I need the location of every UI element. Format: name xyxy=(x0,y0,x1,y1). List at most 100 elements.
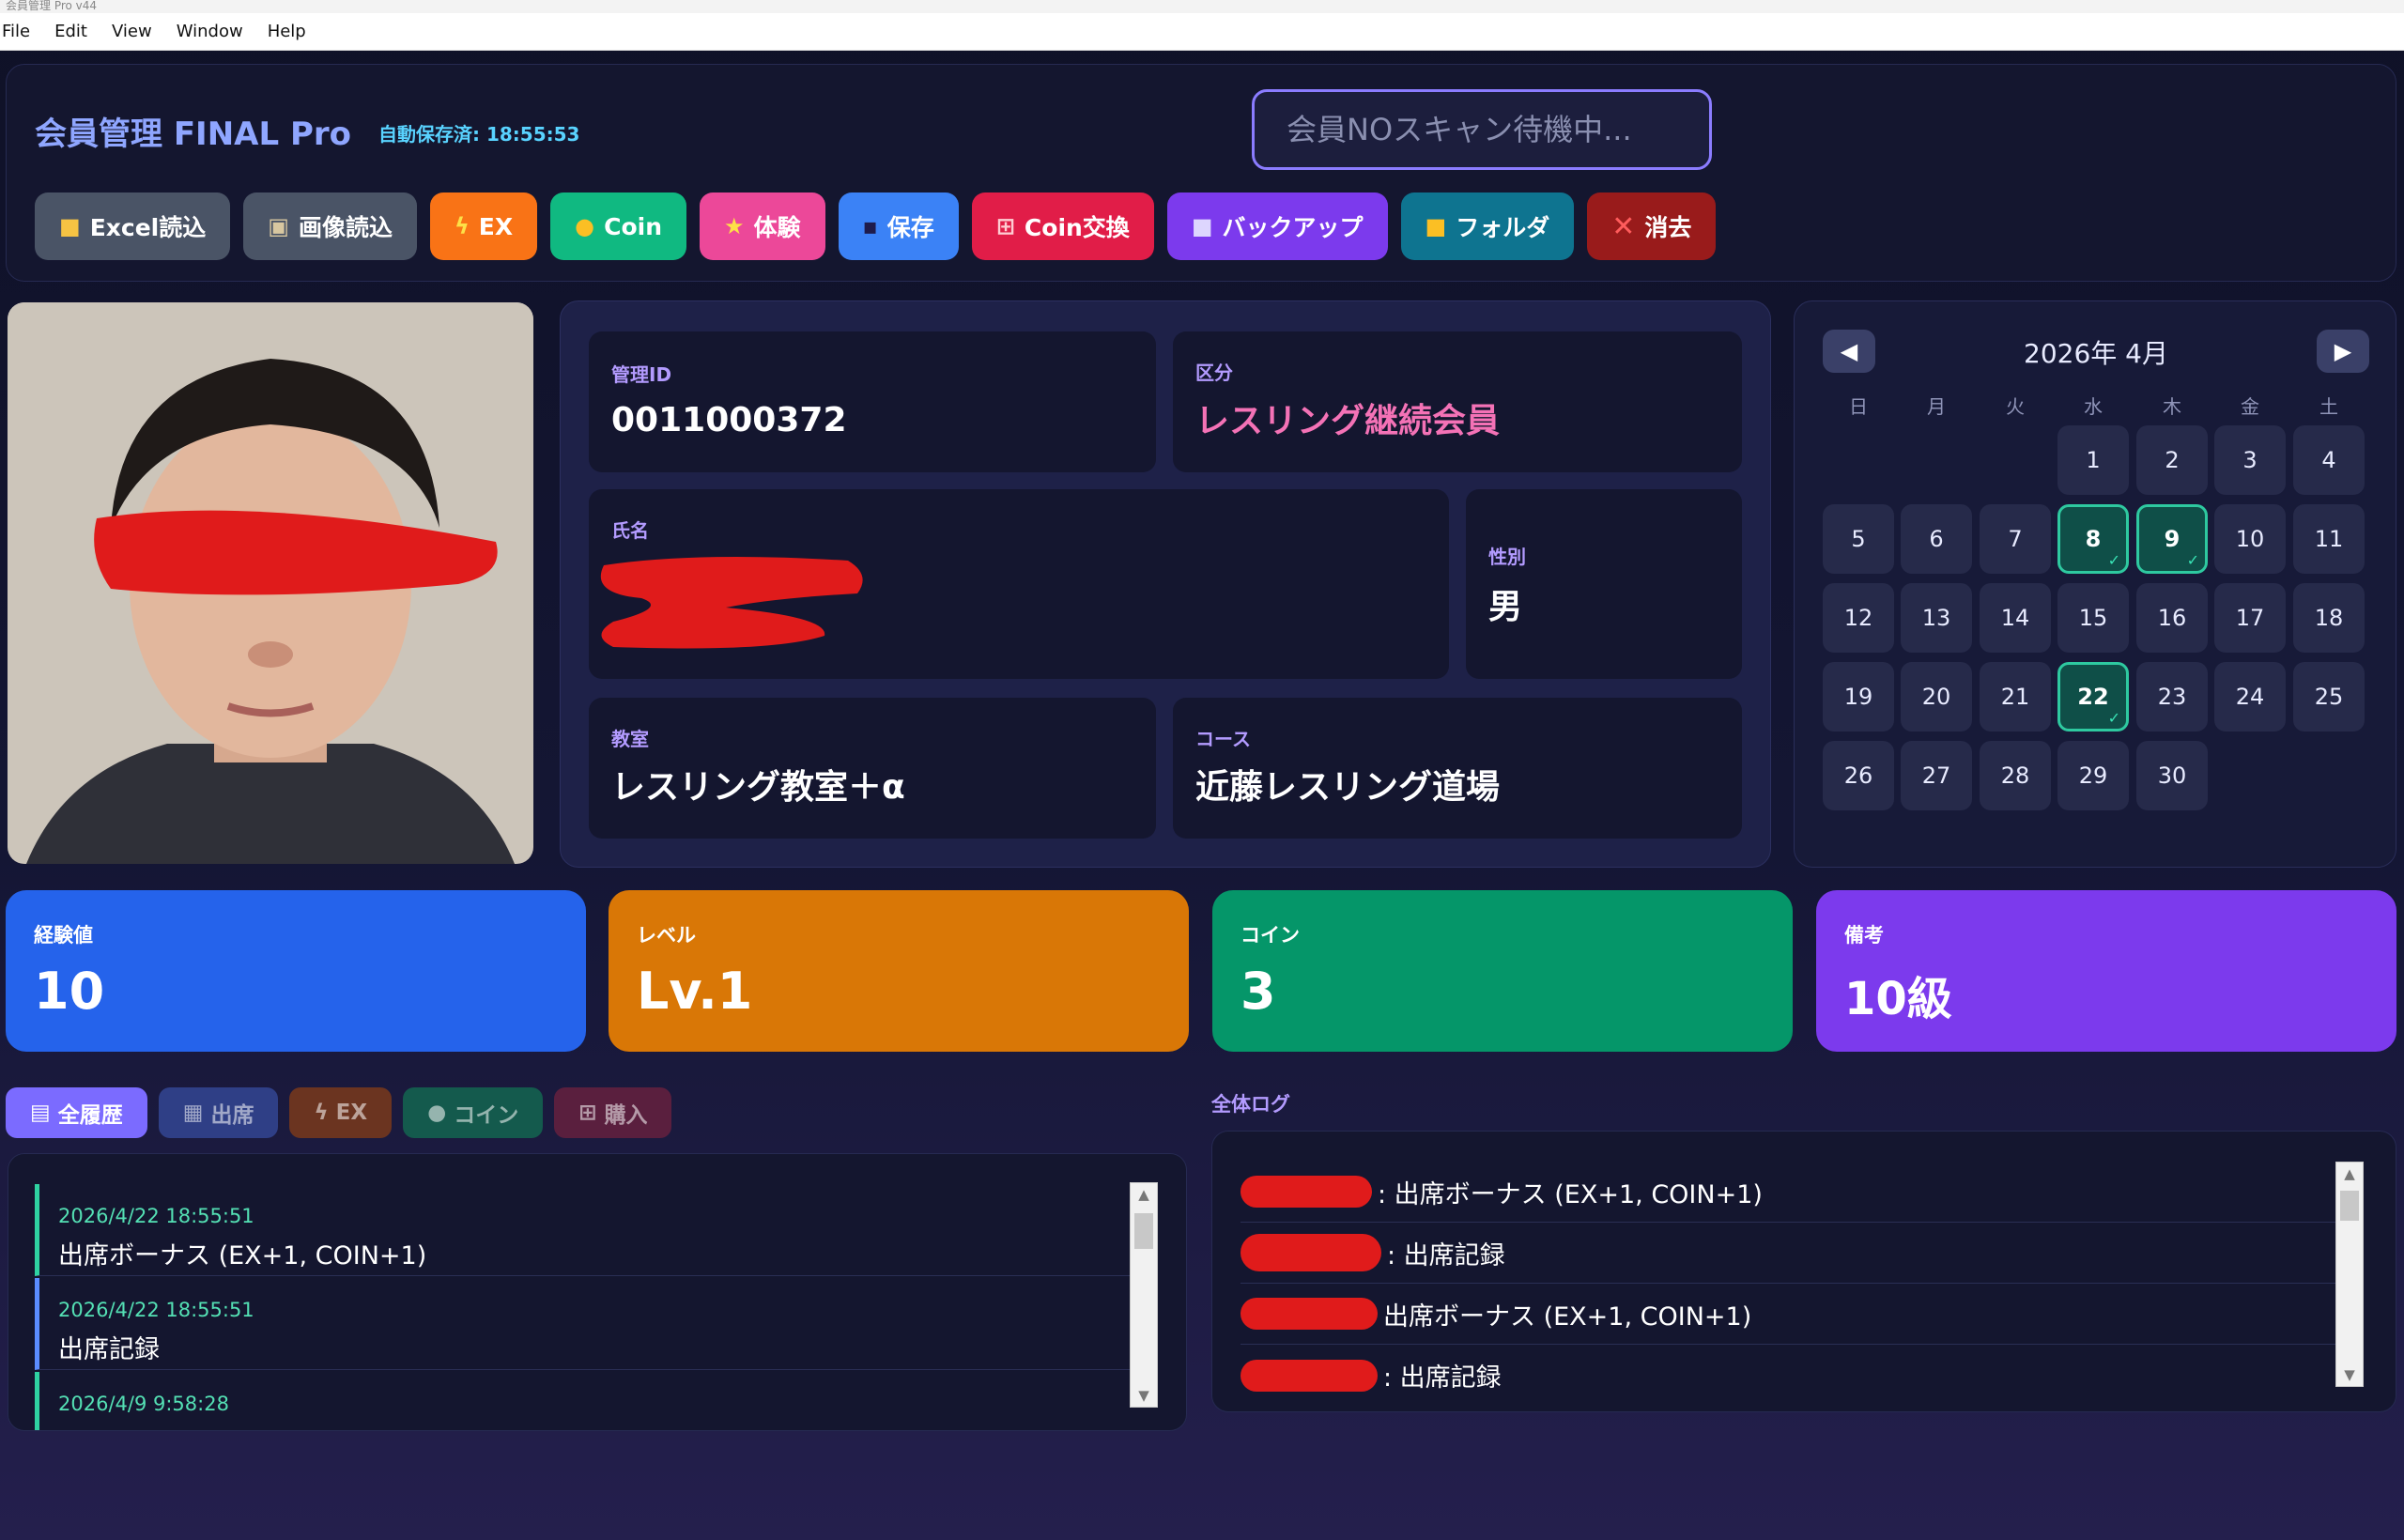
backup-button[interactable]: ■ バックアップ xyxy=(1166,192,1388,260)
calendar-day-number: 22 xyxy=(2077,684,2109,710)
calendar-day[interactable]: 27 xyxy=(1901,741,1972,810)
star-icon: ★ xyxy=(724,213,745,239)
calendar-month-title: 2026年 4月 xyxy=(2024,338,2168,369)
member-classroom-value: レスリング教室＋α xyxy=(611,768,905,807)
calendar-day[interactable]: 21 xyxy=(1980,662,2051,732)
calendar-day-attended[interactable]: 22 ✓ xyxy=(2057,662,2129,732)
scroll-up-icon[interactable]: ▲ xyxy=(1131,1183,1157,1206)
calendar-day[interactable]: 3 xyxy=(2214,425,2286,495)
calendar-day[interactable]: 2 xyxy=(2136,425,2208,495)
stat-card-exp: 経験値 10 xyxy=(6,890,586,1052)
lightning-icon: ϟ xyxy=(454,213,470,239)
image-import-button[interactable]: ▣ 画像読込 xyxy=(243,192,417,260)
log-text: : 出席記録 xyxy=(1383,1363,1502,1393)
calendar-day[interactable]: 18 xyxy=(2293,583,2365,653)
calendar-day-attended[interactable]: 9 ✓ xyxy=(2136,504,2208,574)
list-item: 出席ボーナス (EX+1, COIN+1) xyxy=(1241,1284,2358,1345)
header-panel: 会員管理 FINAL Pro 自動保存済: 18:55:53 ■ Excel読込… xyxy=(6,64,2396,282)
menu-window[interactable]: Window xyxy=(177,22,256,41)
scroll-thumb[interactable] xyxy=(2340,1191,2359,1221)
calendar-day[interactable]: 29 xyxy=(2057,741,2129,810)
calendar-day-attended[interactable]: 8 ✓ xyxy=(2057,504,2129,574)
calendar-day[interactable]: 25 xyxy=(2293,662,2365,732)
folder-icon: ■ xyxy=(59,213,81,239)
history-time: 2026/4/9 9:58:28 xyxy=(58,1393,229,1415)
menu-help[interactable]: Help xyxy=(268,22,319,41)
history-text: 出席ボーナス (EX+1, COIN+1) xyxy=(58,1241,427,1270)
calendar-day[interactable]: 7 xyxy=(1980,504,2051,574)
name-redaction xyxy=(1241,1298,1378,1330)
app-title: 会員管理 FINAL Pro xyxy=(35,116,352,153)
history-list[interactable]: 2026/4/22 18:55:51 出席ボーナス (EX+1, COIN+1)… xyxy=(8,1153,1187,1431)
member-category-label: 区分 xyxy=(1195,362,1233,384)
open-folder-icon: ■ xyxy=(1425,213,1447,239)
calendar-day[interactable]: 13 xyxy=(1901,583,1972,653)
calendar-day[interactable]: 16 xyxy=(2136,583,2208,653)
calendar-day[interactable]: 24 xyxy=(2214,662,2286,732)
member-id-label: 管理ID xyxy=(611,363,672,386)
list-item: : 出席記録 xyxy=(1241,1223,2358,1284)
calendar-day[interactable]: 23 xyxy=(2136,662,2208,732)
calendar-day[interactable]: 15 xyxy=(2057,583,2129,653)
tab-purchase[interactable]: ⊞ 購入 xyxy=(554,1087,672,1138)
weekday-header: 木 xyxy=(2163,395,2181,418)
scroll-thumb[interactable] xyxy=(1134,1213,1153,1249)
name-redaction xyxy=(1241,1359,1378,1392)
menu-file[interactable]: File xyxy=(2,22,43,41)
calendar-day[interactable]: 19 xyxy=(1823,662,1894,732)
calendar-day[interactable]: 26 xyxy=(1823,741,1894,810)
calendar-day[interactable]: 28 xyxy=(1980,741,2051,810)
delete-button[interactable]: ✕ 消去 xyxy=(1587,192,1717,260)
member-photo[interactable] xyxy=(8,302,533,864)
calendar-day[interactable]: 5 xyxy=(1823,504,1894,574)
global-log-list[interactable]: : 出席ボーナス (EX+1, COIN+1) : 出席記録 出席ボーナス (E… xyxy=(1211,1131,2396,1412)
menu-bar: File Edit View Window Help xyxy=(0,13,2404,51)
calendar-day[interactable]: 14 xyxy=(1980,583,2051,653)
calendar-day[interactable]: 6 xyxy=(1901,504,1972,574)
name-redaction xyxy=(1241,1176,1372,1208)
calendar-day[interactable]: 1 xyxy=(2057,425,2129,495)
tab-coin[interactable]: ● コイン xyxy=(403,1087,544,1138)
stat-coin-value: 3 xyxy=(1241,962,1276,1021)
menu-view[interactable]: View xyxy=(112,22,165,41)
calendar-day[interactable]: 12 xyxy=(1823,583,1894,653)
money-bag-icon: ● xyxy=(427,1101,447,1125)
calendar-day[interactable]: 11 xyxy=(2293,504,2365,574)
list-item: 2026/4/9 9:58:28 xyxy=(35,1372,1132,1430)
coin-exchange-button[interactable]: ⊞ Coin交換 xyxy=(971,192,1154,260)
calendar-day[interactable]: 20 xyxy=(1901,662,1972,732)
open-folder-button[interactable]: ■ フォルダ xyxy=(1400,192,1575,260)
scroll-down-icon[interactable]: ▼ xyxy=(2336,1363,2363,1386)
list-item: : 出席ボーナス (EX+1, COIN+1) xyxy=(1241,1162,2358,1223)
log-scrollbar[interactable]: ▲ ▼ xyxy=(2335,1162,2364,1387)
calendar-day[interactable]: 4 xyxy=(2293,425,2365,495)
calendar-day[interactable]: 10 xyxy=(2214,504,2286,574)
tab-ex[interactable]: ϟ EX xyxy=(289,1087,393,1138)
scroll-down-icon[interactable]: ▼ xyxy=(1131,1384,1157,1407)
checkmark-icon: ✓ xyxy=(2186,551,2199,569)
trial-button[interactable]: ★ 体験 xyxy=(700,192,825,260)
menu-edit[interactable]: Edit xyxy=(54,22,100,41)
member-name-redaction xyxy=(600,557,863,649)
close-icon: ✕ xyxy=(1611,209,1636,243)
calendar-day[interactable]: 30 xyxy=(2136,741,2208,810)
calendar-next-button[interactable]: ▶ xyxy=(2317,330,2369,373)
folder-icon: ■ xyxy=(1191,213,1213,239)
member-course-field: コース 近藤レスリング道場 xyxy=(1173,698,1742,839)
save-button[interactable]: ▪ 保存 xyxy=(838,192,959,260)
member-photo-image xyxy=(8,302,533,864)
member-scan-input[interactable] xyxy=(1252,89,1712,170)
stat-level-value: Lv.1 xyxy=(637,962,753,1021)
open-folder-label: フォルダ xyxy=(1456,214,1550,241)
tab-attendance[interactable]: ▦ 出席 xyxy=(158,1087,279,1138)
ex-label: EX xyxy=(478,212,514,240)
coin-button[interactable]: ● Coin xyxy=(550,192,686,260)
tab-all-history[interactable]: ▤ 全履歴 xyxy=(6,1087,147,1138)
ex-button[interactable]: ϟ EX xyxy=(429,192,538,260)
excel-import-button[interactable]: ■ Excel読込 xyxy=(35,192,231,260)
scroll-up-icon[interactable]: ▲ xyxy=(2336,1163,2363,1185)
calendar-day[interactable]: 17 xyxy=(2214,583,2286,653)
global-log-title: 全体ログ xyxy=(1211,1093,1290,1116)
history-scrollbar[interactable]: ▲ ▼ xyxy=(1130,1182,1158,1408)
save-label: 保存 xyxy=(886,214,934,241)
